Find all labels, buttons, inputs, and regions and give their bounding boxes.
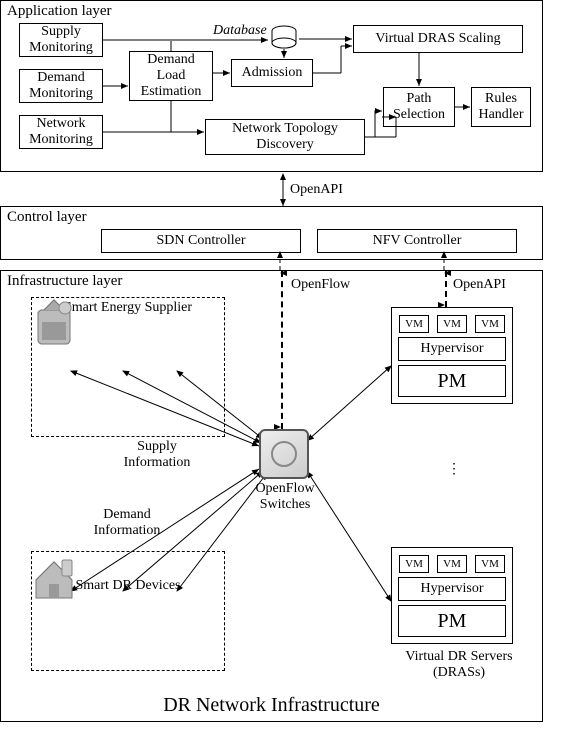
dr-server-1: VM VM VM Hypervisor PM: [391, 307, 513, 404]
database-label: Database: [213, 23, 267, 39]
openapi-label-top: OpenAPI: [290, 182, 343, 198]
pm-box: PM: [398, 365, 506, 397]
virtual-dras-scaling-box: Virtual DRAS Scaling: [353, 25, 523, 53]
demand-load-estimation-box: Demand Load Estimation: [129, 51, 213, 101]
vm-box: VM: [399, 555, 429, 573]
infrastructure-title: DR Network Infrastructure: [1, 694, 542, 717]
vm-box: VM: [475, 555, 505, 573]
openflow-link: [281, 271, 283, 429]
infrastructure-layer: Infrastructure layer OpenFlow OpenAPI: [0, 270, 543, 722]
openapi-label-bottom: OpenAPI: [453, 277, 506, 293]
openapi-link: [445, 271, 447, 307]
infrastructure-layer-title: Infrastructure layer: [7, 273, 122, 290]
demand-monitoring-box: Demand Monitoring: [19, 69, 103, 103]
vm-box: VM: [399, 315, 429, 333]
path-selection-box: Path Selection: [383, 87, 455, 127]
control-layer-title: Control layer: [7, 209, 87, 226]
smart-dr-devices-group: Smart DR Devices: [31, 551, 225, 671]
hypervisor-box: Hypervisor: [398, 337, 506, 361]
dr-server-2: VM VM VM Hypervisor PM: [391, 547, 513, 644]
openflow-switches-label: OpenFlow Switches: [245, 481, 325, 513]
sdn-controller-box: SDN Controller: [101, 229, 301, 253]
admission-box: Admission: [231, 59, 313, 87]
vm-box: VM: [475, 315, 505, 333]
nfv-controller-box: NFV Controller: [317, 229, 517, 253]
supply-information-label: Supply Information: [107, 439, 207, 471]
rules-handler-box: Rules Handler: [471, 87, 531, 127]
virtual-dr-servers-label: Virtual DR Servers (DRASs): [389, 649, 529, 681]
network-monitoring-box: Network Monitoring: [19, 115, 103, 149]
vm-box: VM: [437, 315, 467, 333]
application-layer-title: Application layer: [7, 3, 112, 20]
network-topology-discovery-box: Network Topology Discovery: [205, 119, 365, 155]
vdots-icon: ⋮: [447, 461, 461, 478]
supply-monitoring-box: Supply Monitoring: [19, 23, 103, 57]
openflow-label: OpenFlow: [291, 277, 350, 293]
smart-energy-supplier-group: Smart Energy Supplier: [31, 297, 225, 437]
hypervisor-box: Hypervisor: [398, 577, 506, 601]
openflow-switch-icon: [259, 429, 309, 479]
control-layer: Control layer SDN Controller NFV Control…: [0, 206, 543, 260]
pm-box: PM: [398, 605, 506, 637]
vm-box: VM: [437, 555, 467, 573]
demand-information-label: Demand Information: [77, 507, 177, 539]
application-layer: Application layer Supply Monitoring Dema…: [0, 0, 543, 172]
smart-energy-supplier-label: Smart Energy Supplier: [32, 300, 224, 316]
smart-dr-devices-label: Smart DR Devices: [32, 578, 224, 594]
